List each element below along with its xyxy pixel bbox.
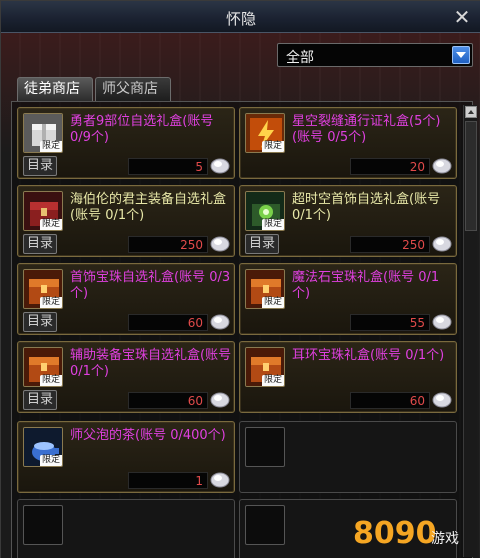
item-price: 60: [187, 316, 203, 330]
item-name: 星空裂缝通行证礼盒(5个)(账号 0/5个): [292, 114, 441, 145]
coin-icon: [210, 391, 230, 408]
shop-item-card[interactable]: 限定 首饰宝珠自选礼盒(账号 0/3个) 目录 60: [17, 263, 235, 335]
item-price: 60: [409, 394, 425, 408]
jewel-box-icon[interactable]: 限定: [245, 191, 285, 231]
tab-master-shop[interactable]: 师父商店: [95, 77, 171, 101]
price-field: 1: [128, 472, 208, 489]
watermark-logo: 8090 游戏: [353, 516, 459, 551]
limited-tag: 限定: [261, 375, 284, 386]
item-price: 55: [409, 316, 425, 330]
coin-icon: [432, 391, 452, 408]
price-field: 5: [128, 158, 208, 175]
scroll-thumb[interactable]: [465, 121, 477, 231]
limited-tag: 限定: [261, 141, 284, 152]
window-title: 怀隐: [225, 10, 256, 28]
empty-item-slot: [23, 505, 63, 545]
category-dropdown-value: 全部: [286, 50, 314, 66]
shop-item-card[interactable]: 限定 魔法石宝珠礼盒(账号 0/1个) 55: [239, 263, 457, 335]
price-field: 60: [128, 392, 208, 409]
orb-chest-icon[interactable]: 限定: [23, 347, 63, 387]
shop-item-card[interactable]: 限定 超时空首饰自选礼盒(账号 0/1个) 目录 250: [239, 185, 457, 257]
empty-shop-slot: [239, 421, 457, 493]
orb-chest-icon[interactable]: 限定: [245, 269, 285, 309]
limited-tag: 限定: [39, 297, 62, 308]
limited-tag: 限定: [39, 141, 62, 152]
item-price: 250: [402, 238, 425, 252]
item-name: 首饰宝珠自选礼盒(账号 0/3个): [70, 270, 231, 301]
item-price: 60: [187, 394, 203, 408]
coin-icon: [432, 313, 452, 330]
item-name: 勇者9部位自选礼盒(账号 0/9个): [70, 114, 214, 145]
coin-icon: [432, 157, 452, 174]
limited-tag: 限定: [39, 375, 62, 386]
coin-icon: [210, 157, 230, 174]
price-field: 250: [128, 236, 208, 253]
tea-icon[interactable]: 限定: [23, 427, 63, 467]
limited-tag: 限定: [39, 219, 62, 230]
svg-text:游戏: 游戏: [431, 531, 459, 547]
coin-icon: [210, 313, 230, 330]
price-field: 250: [350, 236, 430, 253]
catalog-button[interactable]: 目录: [245, 234, 279, 254]
item-price: 5: [195, 160, 203, 174]
coin-icon: [210, 235, 230, 252]
category-dropdown[interactable]: 全部: [277, 43, 473, 67]
item-price: 250: [180, 238, 203, 252]
coin-icon: [432, 235, 452, 252]
item-name: 魔法石宝珠礼盒(账号 0/1个): [292, 270, 440, 301]
item-name: 超时空首饰自选礼盒(账号 0/1个): [292, 192, 441, 223]
item-name: 辅助装备宝珠自选礼盒(账号 0/1个): [70, 348, 232, 379]
shop-item-card[interactable]: 限定 海伯伦的君主装备自选礼盒(账号 0/1个) 目录 250: [17, 185, 235, 257]
orb-chest-icon[interactable]: 限定: [23, 269, 63, 309]
tab-apprentice-shop[interactable]: 徒弟商店: [17, 77, 93, 101]
orb-chest-icon[interactable]: 限定: [245, 347, 285, 387]
limited-tag: 限定: [261, 219, 284, 230]
shop-item-card[interactable]: 限定 星空裂缝通行证礼盒(5个)(账号 0/5个) 20: [239, 107, 457, 179]
shop-item-card[interactable]: 限定 耳环宝珠礼盒(账号 0/1个) 60: [239, 341, 457, 413]
limited-tag: 限定: [261, 297, 284, 308]
gift-box-icon[interactable]: 限定: [23, 113, 63, 153]
item-price: 1: [195, 474, 203, 488]
chest-icon[interactable]: 限定: [23, 191, 63, 231]
svg-text:8090: 8090: [353, 516, 437, 551]
close-icon[interactable]: ✕: [451, 6, 473, 28]
item-name: 海伯伦的君主装备自选礼盒(账号 0/1个): [70, 192, 227, 223]
item-name: 师父泡的茶(账号 0/400个): [70, 428, 226, 443]
empty-shop-slot: [17, 499, 235, 558]
shop-item-card[interactable]: 限定 师父泡的茶(账号 0/400个) 1: [17, 421, 235, 493]
catalog-button[interactable]: 目录: [23, 234, 57, 254]
chevron-down-icon[interactable]: [452, 46, 470, 64]
item-price: 20: [409, 160, 425, 174]
empty-item-slot: [245, 505, 285, 545]
scrollbar[interactable]: [463, 105, 477, 557]
lightning-box-icon[interactable]: 限定: [245, 113, 285, 153]
catalog-button[interactable]: 目录: [23, 312, 57, 332]
limited-tag: 限定: [39, 455, 62, 466]
coin-icon: [210, 471, 230, 488]
shop-window: 怀隐 ✕ 全部 徒弟商店 师父商店 限定 勇者9部位自选礼盒(账号 0/9个) 目录…: [0, 0, 480, 558]
shop-item-card[interactable]: 限定 辅助装备宝珠自选礼盒(账号 0/1个) 目录 60: [17, 341, 235, 413]
price-field: 60: [350, 392, 430, 409]
price-field: 20: [350, 158, 430, 175]
title-bar: 怀隐 ✕: [1, 1, 480, 33]
catalog-button[interactable]: 目录: [23, 390, 57, 410]
catalog-button[interactable]: 目录: [23, 156, 57, 176]
price-field: 55: [350, 314, 430, 331]
price-field: 60: [128, 314, 208, 331]
empty-item-slot: [245, 427, 285, 467]
shop-item-card[interactable]: 限定 勇者9部位自选礼盒(账号 0/9个) 目录 5: [17, 107, 235, 179]
item-name: 耳环宝珠礼盒(账号 0/1个): [292, 348, 445, 363]
scroll-up-icon[interactable]: [465, 106, 477, 118]
